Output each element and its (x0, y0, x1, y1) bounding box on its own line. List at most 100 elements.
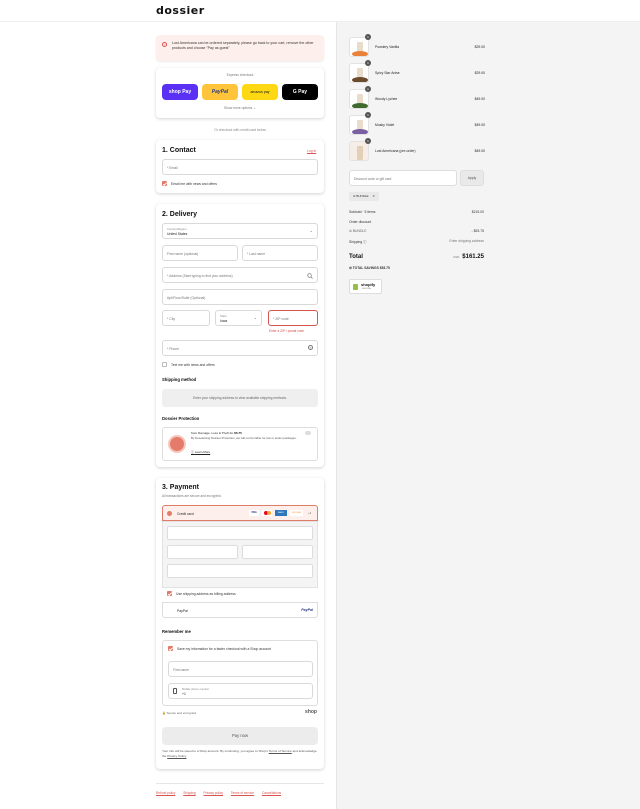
paypal-option-label: PayPal (177, 609, 188, 613)
last-name-field[interactable]: * Last name (242, 245, 318, 261)
protection-badge-icon (168, 435, 186, 453)
express-checkout-title: Express checkout (226, 73, 254, 77)
terms-text: Your info will be saved to a Shop accoun… (162, 749, 318, 759)
discount-tag: ⊘ BUNDLE ✕ (349, 192, 379, 201)
terms-of-service-footer-link[interactable]: Terms of service (231, 791, 254, 795)
remove-tag-icon[interactable]: ✕ (372, 194, 375, 198)
item-name: Lost Americana (pre-order) (375, 149, 416, 153)
terms-of-service-link[interactable]: Terms of Service (269, 749, 292, 753)
save-info-label: Save my information for a faster checkou… (177, 647, 272, 651)
card-name-field[interactable] (167, 564, 313, 578)
chevron-down-icon: ⌄ (253, 315, 257, 320)
visa-icon: VISA (249, 510, 259, 516)
amazon-pay-label: amazon pay (250, 90, 270, 94)
protection-line1: from Damage, Loss & Theft for (191, 431, 234, 435)
paypal-logo: PayPal (301, 608, 313, 612)
shipping-value: Enter shipping address (449, 239, 484, 243)
card-cvv-field[interactable] (242, 545, 313, 559)
shipping-method-placeholder: Enter your shipping address to view avai… (162, 389, 318, 407)
google-pay-button[interactable]: G Pay (282, 84, 318, 100)
protection-price: $6.75 (234, 431, 242, 435)
apt-field[interactable]: Apt/Floor/Suite (Optional) (162, 289, 318, 305)
alert-icon: ! (162, 42, 167, 47)
protection-box[interactable]: from Damage, Loss & Theft for $6.75 By D… (162, 427, 318, 461)
remember-me-box: Save my information for a faster checkou… (162, 640, 318, 706)
first-name-field[interactable]: First name (optional) (162, 245, 238, 261)
payment-card: 3. Payment All transactions are secure a… (156, 478, 324, 769)
payment-title: 3. Payment (162, 484, 199, 491)
credit-card-radio[interactable] (167, 511, 172, 516)
quantity-badge: 1 (365, 60, 371, 66)
country-value: United States (167, 232, 188, 236)
save-info-checkbox[interactable] (168, 646, 173, 651)
quantity-badge: 1 (365, 34, 371, 40)
shopify-secure-label: SECURE (362, 288, 372, 290)
remember-first-name-placeholder: First name (173, 668, 190, 672)
cart-item: 1 Lost Americana (pre-order) $49.00 (349, 138, 485, 163)
discount-code-input[interactable]: Discount code or gift card (349, 170, 457, 186)
protection-toggle[interactable] (305, 431, 311, 435)
privacy-policy-footer-link[interactable]: Privacy policy (204, 791, 224, 795)
address-placeholder: * Address (Start typing to find your add… (167, 274, 233, 278)
mobile-label: Mobile phone number (182, 687, 210, 691)
card-number-field[interactable] (167, 526, 313, 540)
state-label: State (220, 314, 227, 318)
zip-error: Enter a ZIP / postal code (269, 329, 305, 333)
product-image (349, 141, 369, 161)
privacy-policy-link[interactable]: Privacy Policy (167, 754, 186, 758)
card-form (162, 521, 318, 588)
help-icon[interactable]: ⓘ (363, 240, 366, 244)
delivery-card: 2. Delivery Country/Region United States… (156, 204, 324, 467)
tag-icon: ⊘ (349, 229, 352, 233)
product-image (349, 89, 369, 109)
state-value: Iowa (220, 319, 228, 323)
search-icon (307, 273, 313, 279)
country-select[interactable]: Country/Region United States ⌄ (162, 223, 318, 239)
shop-logo: shop (305, 709, 317, 715)
city-field[interactable]: * City (162, 310, 210, 326)
item-name: Musky Violet (375, 123, 395, 127)
help-icon[interactable]: ? (308, 345, 313, 350)
cart-item: 1 Woody Lychee $49.00 (349, 86, 485, 111)
paypal-button[interactable]: PayPal (202, 84, 238, 100)
text-news-checkbox[interactable] (162, 362, 167, 367)
refund-policy-link[interactable]: Refund policy (156, 791, 175, 795)
card-expiry-field[interactable] (167, 545, 238, 559)
google-pay-label: G Pay (292, 89, 308, 95)
mobile-phone-field[interactable]: Mobile phone number +1 (168, 683, 313, 699)
apply-button[interactable]: Apply (460, 170, 484, 186)
remember-first-name-field[interactable]: First name (168, 661, 313, 677)
credit-card-option[interactable]: Credit card VISA AMEX DISCOVER +4 (162, 505, 318, 521)
state-select[interactable]: State Iowa ⌄ (215, 310, 262, 326)
credit-card-label: Credit card (177, 512, 194, 516)
discount-tag-label: BUNDLE (356, 194, 369, 198)
savings-value: $53.75 (379, 266, 390, 270)
show-more-options[interactable]: Show more options ⌄ (156, 106, 324, 110)
learn-more-label: Learn More (194, 450, 211, 454)
preorder-alert: ! Lost Americana can be ordered separate… (156, 35, 324, 61)
learn-more-link[interactable]: ⓘ Learn More (191, 450, 210, 454)
shop-pay-button[interactable]: shop Pay (162, 84, 198, 100)
header: dossier (0, 0, 640, 22)
phone-placeholder: * Phone (167, 347, 180, 351)
pay-now-button[interactable]: Pay now (162, 727, 318, 745)
billing-same-checkbox[interactable] (167, 591, 172, 596)
cart-item: 1 Musky Violet $49.00 (349, 112, 485, 137)
email-news-label: Email me with news and offers (171, 182, 217, 186)
email-news-checkbox[interactable] (162, 181, 167, 186)
zip-field[interactable]: * ZIP code (268, 310, 318, 326)
cancellations-link[interactable]: Cancellations (262, 791, 281, 795)
login-link[interactable]: Log in (307, 149, 316, 153)
amazon-pay-button[interactable]: amazon pay (242, 84, 278, 100)
email-placeholder: * Email (167, 166, 178, 170)
shipping-label: Shipping (349, 240, 363, 244)
dossier-logo[interactable]: dossier (156, 4, 205, 17)
address-field[interactable]: * Address (Start typing to find your add… (162, 267, 318, 283)
shipping-link[interactable]: Shipping (183, 791, 195, 795)
email-field[interactable]: * Email (162, 159, 318, 175)
total-value: $161.25 (462, 254, 484, 260)
paypal-option[interactable]: PayPal PayPal (162, 602, 318, 618)
item-price: $29.00 (474, 71, 485, 75)
phone-field[interactable]: * Phone ? (162, 340, 318, 356)
tag-icon: ⊘ (349, 266, 352, 270)
